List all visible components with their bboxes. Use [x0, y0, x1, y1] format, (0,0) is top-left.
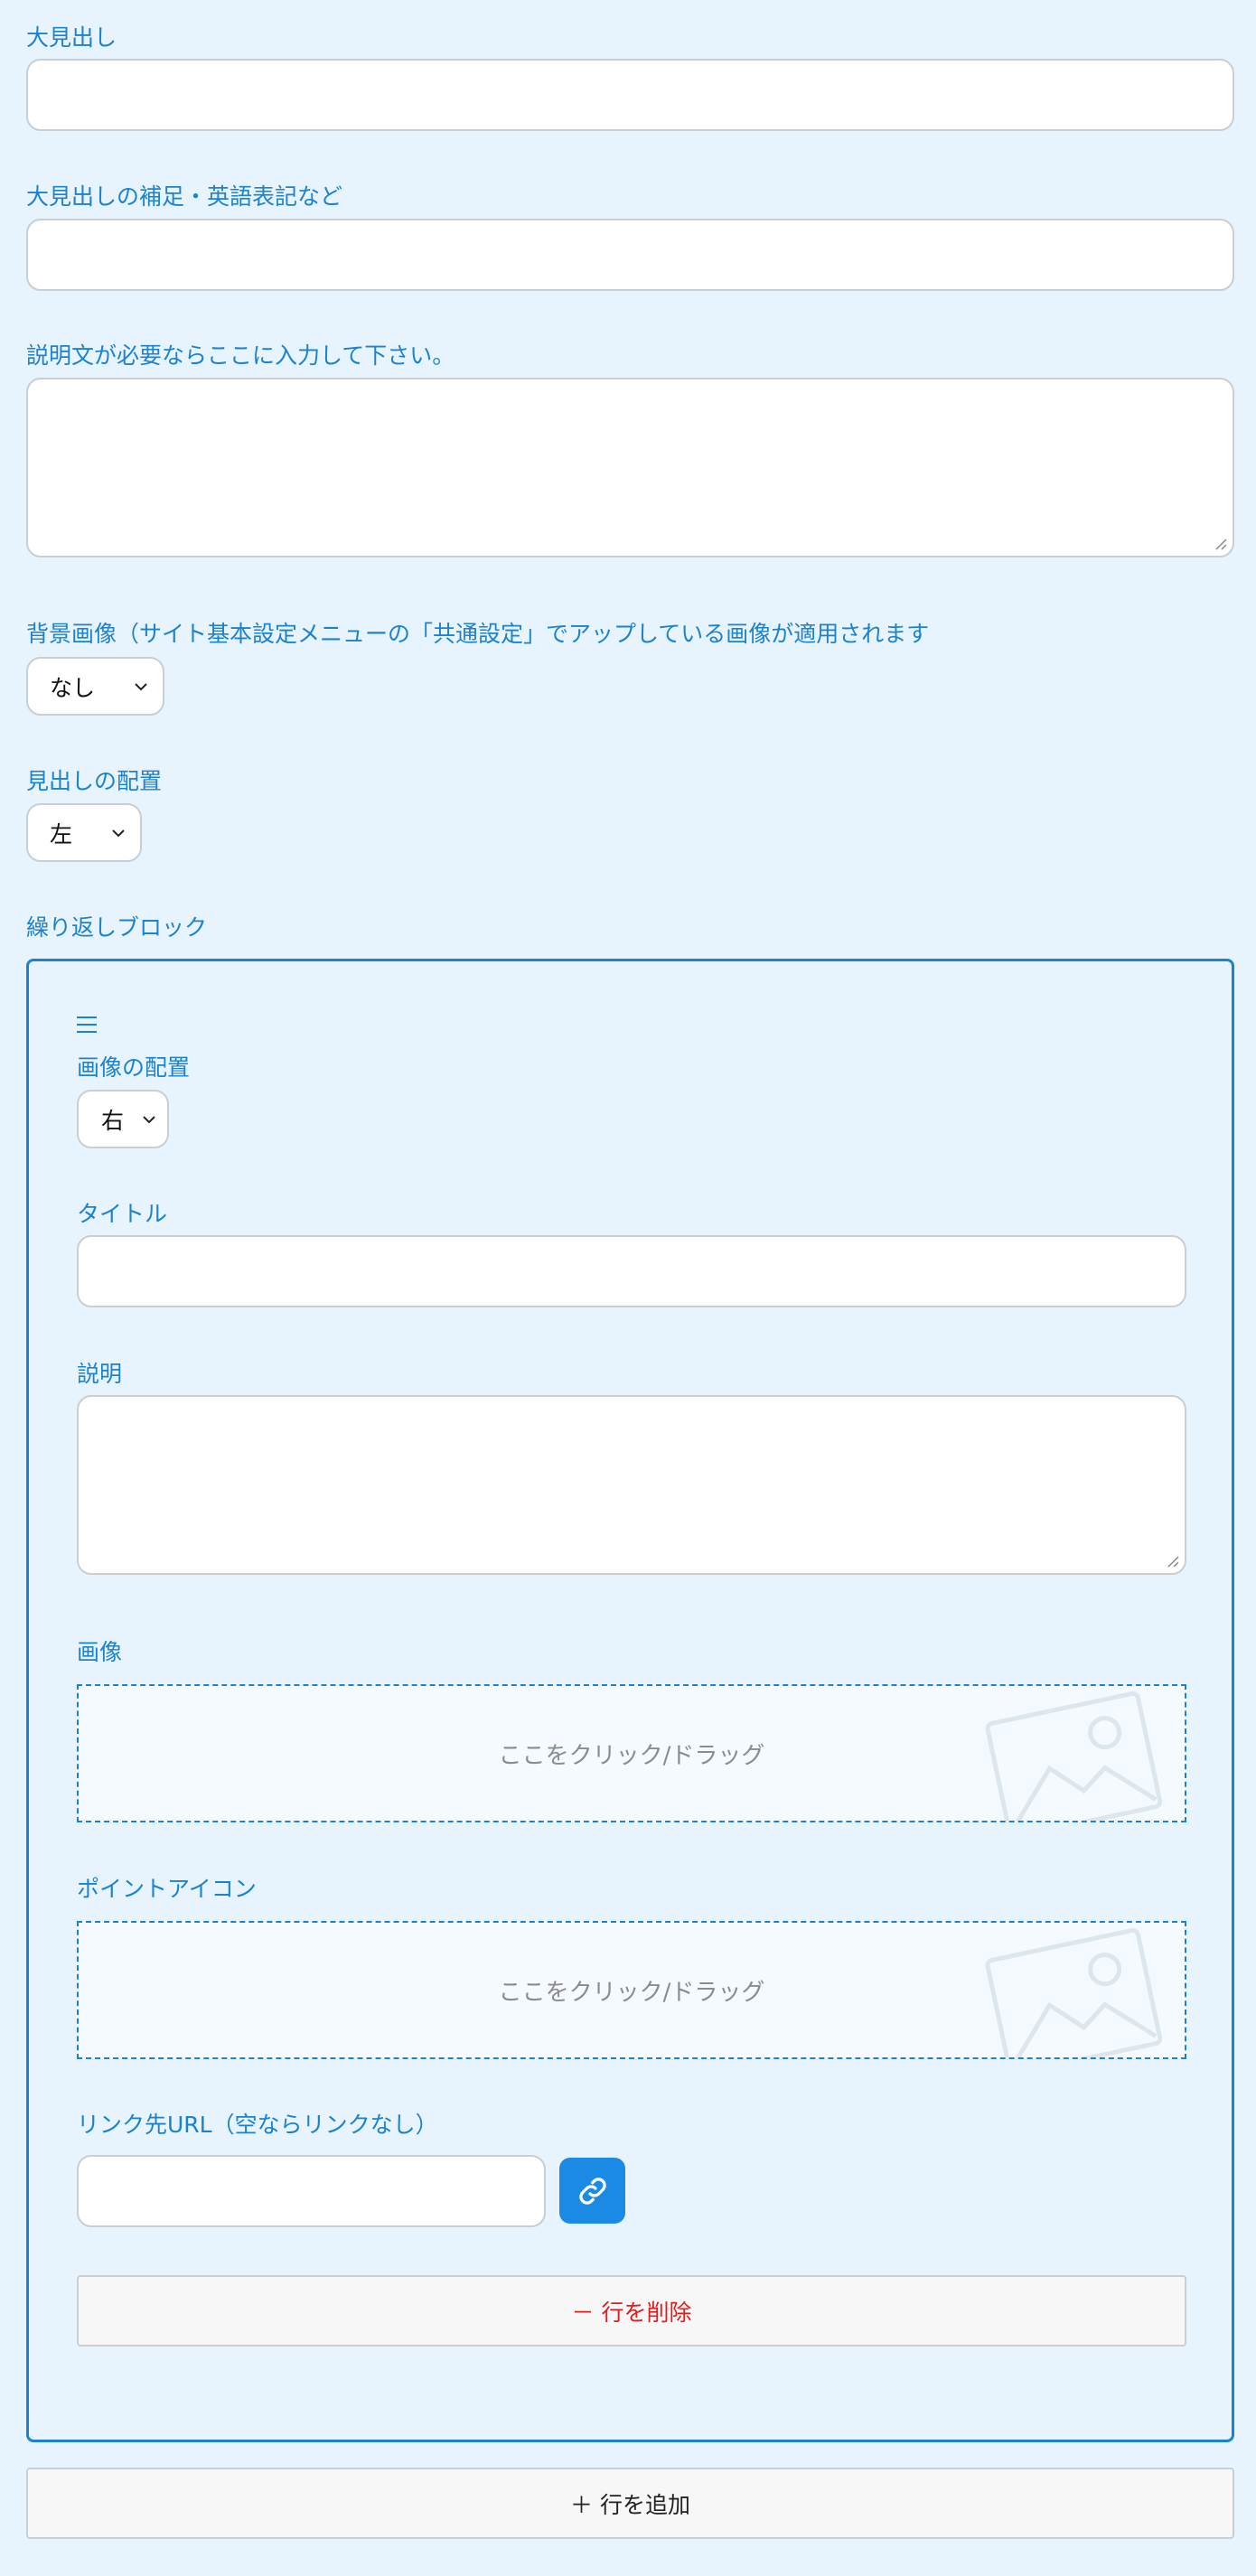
- chevron-down-icon: [112, 829, 125, 837]
- image-position-label: 画像の配置: [77, 1054, 191, 1081]
- description-textarea[interactable]: [26, 378, 1234, 557]
- bg-image-select-value: なし: [50, 674, 96, 701]
- title-input[interactable]: [77, 1235, 1186, 1307]
- chevron-down-icon: [135, 682, 147, 690]
- link-button[interactable]: [559, 2158, 625, 2224]
- subheading-label: 大見出しの補足・英語表記など: [26, 183, 343, 210]
- heading-align-select[interactable]: 左: [26, 803, 142, 862]
- desc-textarea[interactable]: [77, 1395, 1186, 1575]
- drag-handle-icon[interactable]: [77, 1016, 97, 1033]
- point-icon-label: ポイントアイコン: [77, 1876, 257, 1902]
- subheading-input[interactable]: [26, 219, 1234, 291]
- heading-label: 大見出し: [26, 24, 117, 51]
- image-label: 画像: [77, 1639, 123, 1665]
- point-icon-drop-text: ここをクリック/ドラッグ: [498, 1979, 765, 2006]
- repeat-block-label: 繰り返しブロック: [26, 914, 208, 941]
- point-icon-dropzone[interactable]: ここをクリック/ドラッグ: [77, 1921, 1186, 2059]
- link-input[interactable]: [77, 2155, 546, 2227]
- desc-label: 説明: [77, 1361, 123, 1387]
- chevron-down-icon: [143, 1115, 155, 1123]
- heading-input[interactable]: [26, 59, 1234, 131]
- add-row-button[interactable]: ＋ 行を追加: [26, 2468, 1234, 2539]
- resize-handle-icon[interactable]: [1214, 538, 1227, 550]
- image-drop-text: ここをクリック/ドラッグ: [498, 1742, 765, 1769]
- description-label: 説明文が必要ならここに入力して下さい。: [26, 342, 455, 369]
- image-dropzone[interactable]: ここをクリック/ドラッグ: [77, 1684, 1186, 1822]
- link-label: リンク先URL（空ならリンクなし）: [77, 2112, 438, 2138]
- image-position-select-value: 右: [101, 1107, 125, 1134]
- link-icon: [578, 2177, 606, 2205]
- bg-image-select[interactable]: なし: [26, 657, 164, 716]
- delete-row-button[interactable]: － 行を削除: [77, 2275, 1186, 2347]
- resize-handle-icon[interactable]: [1167, 1555, 1179, 1568]
- heading-align-label: 見出しの配置: [26, 768, 163, 794]
- image-position-select[interactable]: 右: [77, 1090, 169, 1148]
- heading-align-select-value: 左: [50, 820, 73, 848]
- title-label: タイトル: [77, 1201, 168, 1227]
- bg-image-label: 背景画像（サイト基本設定メニューの「共通設定」でアップしている画像が適用されます: [26, 621, 930, 647]
